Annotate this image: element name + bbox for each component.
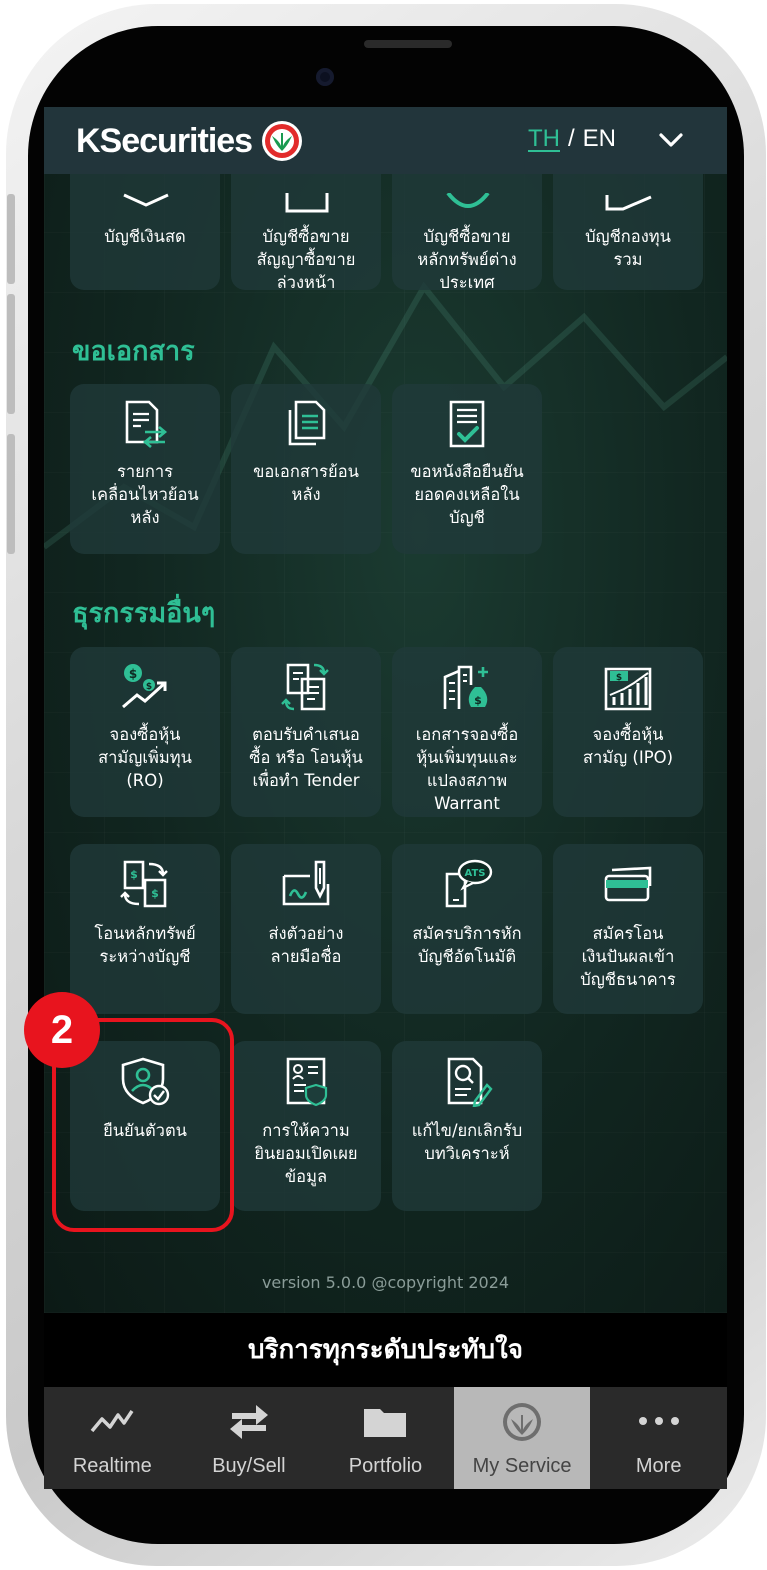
ats-phone-icon: ATS <box>445 859 493 908</box>
tab-label: My Service <box>472 1455 572 1477</box>
lang-en-link[interactable]: EN <box>583 125 616 152</box>
tile-label: การให้ความ ยินยอมเปิดเผย ข้อมูล <box>254 1121 358 1186</box>
tile-tender-offer[interactable]: ตอบรับคำเสนอ ซื้อ หรือ โอนหุ้น เพื่อทำ T… <box>231 647 381 817</box>
lang-th-link[interactable]: TH <box>528 125 560 152</box>
fund-account-icon <box>605 195 652 211</box>
statement-transfer-icon <box>125 400 168 448</box>
tile-research-subscription[interactable]: แก้ไข/ยกเลิกรับ บทวิเคราะห์ <box>392 1041 542 1211</box>
document-check-icon <box>449 400 485 448</box>
ipo-chart-icon: $ <box>604 667 652 711</box>
kbank-logo-icon <box>503 1403 542 1441</box>
volume-down-button <box>7 434 15 554</box>
version-text: version 5.0.0 @copyright 2024 <box>261 1273 510 1292</box>
svg-text:ATS: ATS <box>465 868 486 879</box>
svg-text:$: $ <box>474 694 482 707</box>
tab-portfolio[interactable]: Portfolio <box>317 1387 454 1489</box>
tile-data-disclosure-consent[interactable]: การให้ความ ยินยอมเปิดเผย ข้อมูล <box>231 1041 381 1211</box>
tile-label: บัญชีกองทุน รวม <box>585 227 671 269</box>
tile-label: เอกสารจองซื้อ หุ้นเพิ่มทุนและ แปลงสภาพ W… <box>415 725 519 813</box>
svg-text:$: $ <box>129 667 137 681</box>
tile-label: สมัครโอน เงินปันผลเข้า บัญชีธนาคาร <box>580 924 676 989</box>
tab-buy-sell[interactable]: Buy/Sell <box>181 1387 318 1489</box>
tile-warrant-documents[interactable]: $ เอกสารจองซื้อ หุ้นเพิ่มทุนและ แปลงสภาพ… <box>392 647 542 817</box>
speaker <box>364 40 452 48</box>
chevron-down-icon[interactable] <box>658 131 684 149</box>
tile-ipo[interactable]: $ จองซื้อหุ้น สามัญ (IPO) <box>553 647 703 817</box>
building-moneybag-icon: $ <box>443 665 488 709</box>
mute-switch <box>7 194 15 284</box>
tile-label: บัญชีซื้อขาย สัญญาซื้อขาย ล่วงหน้า <box>256 227 356 292</box>
derivatives-account-icon <box>285 193 329 213</box>
app-header: KSecurities TH / EN <box>44 107 727 174</box>
tile-label: จองซื้อหุ้น สามัญเพิ่มทุน (RO) <box>98 725 192 790</box>
buy-sell-arrows-icon <box>229 1405 268 1439</box>
front-camera <box>316 68 334 86</box>
tile-label: ตอบรับคำเสนอ ซื้อ หรือ โอนหุ้น เพื่อทำ T… <box>249 725 363 790</box>
brand-logo: KSecurities <box>76 121 304 161</box>
globe-icon <box>446 193 490 208</box>
step-badge: 2 <box>24 992 100 1068</box>
section-title-documents: ขอเอกสาร <box>72 336 195 367</box>
tender-transfer-icon <box>281 663 329 711</box>
folder-icon <box>364 1409 407 1437</box>
svg-text:$: $ <box>616 673 622 683</box>
more-dots-icon <box>638 1417 679 1425</box>
tab-label: Portfolio <box>348 1455 423 1477</box>
bank-card-icon <box>604 866 652 902</box>
tile-label: บัญชีเงินสด <box>104 227 186 246</box>
tab-label: More <box>635 1455 682 1477</box>
research-edit-icon <box>447 1057 493 1107</box>
volume-up-button <box>7 294 15 414</box>
svg-text:$: $ <box>146 682 152 692</box>
securities-transfer-icon: $ $ <box>120 860 168 908</box>
tile-label: ส่งตัวอย่าง ลายมือชื่อ <box>268 924 344 966</box>
tile-signature-sample[interactable]: ส่งตัวอย่าง ลายมือชื่อ <box>231 844 381 1014</box>
documents-icon <box>288 400 326 446</box>
tile-securities-transfer[interactable]: $ $ โอนหลักทรัพย์ ระหว่างบัญชี <box>70 844 220 1014</box>
tile-label: ขอหนังสือยืนยัน ยอดคงเหลือใน บัญชี <box>410 462 524 527</box>
language-switcher: TH / EN <box>528 125 616 153</box>
cash-account-icon <box>123 193 169 207</box>
brand-name: KSecurities <box>76 121 253 160</box>
tile-label: สมัครบริการหัก บัญชีอัตโนมัติ <box>412 924 522 966</box>
tab-label: Buy/Sell <box>212 1455 286 1477</box>
lang-separator: / <box>568 125 575 152</box>
tab-my-service[interactable]: My Service <box>453 1387 591 1489</box>
tile-label: รายการ เคลื่อนไหวย้อน หลัง <box>91 462 199 527</box>
tile-label: โอนหลักทรัพย์ ระหว่างบัญชี <box>94 924 196 966</box>
tile-request-past-documents[interactable]: ขอเอกสารย้อน หลัง <box>231 384 381 554</box>
tile-label: ขอเอกสารย้อน หลัง <box>253 462 359 504</box>
kbank-leaf-icon <box>262 121 303 161</box>
signature-pen-icon <box>282 860 330 906</box>
tile-label: จองซื้อหุ้น สามัญ (IPO) <box>582 725 674 767</box>
slogan-banner: บริการทุกระดับประทับใจ <box>44 1313 727 1387</box>
tile-rights-offering[interactable]: $ $ จองซื้อหุ้น สามัญเพิ่มทุน (RO) <box>70 647 220 817</box>
tile-ats-auto-debit[interactable]: ATS สมัครบริการหัก บัญชีอัตโนมัติ <box>392 844 542 1014</box>
tab-label: Realtime <box>72 1455 152 1477</box>
tile-label: แก้ไข/ยกเลิกรับ บทวิเคราะห์ <box>411 1121 523 1163</box>
bottom-tab-bar: Realtime Buy/Sell Portfolio My Service M… <box>44 1387 727 1489</box>
realtime-chart-icon <box>90 1410 134 1433</box>
stock-growth-icon: $ $ <box>122 664 167 709</box>
tab-realtime[interactable]: Realtime <box>44 1387 181 1489</box>
svg-text:$: $ <box>130 868 138 881</box>
tile-statement-history[interactable]: รายการ เคลื่อนไหวย้อน หลัง <box>70 384 220 554</box>
svg-text:$: $ <box>151 887 159 900</box>
consent-document-icon <box>286 1057 328 1107</box>
tab-more[interactable]: More <box>590 1387 727 1489</box>
tile-label: บัญชีซื้อขาย หลักทรัพย์ต่าง ประเทศ <box>417 227 517 292</box>
section-title-other-transactions: ธุรกรรมอื่นๆ <box>72 598 216 629</box>
tile-balance-confirmation[interactable]: ขอหนังสือยืนยัน ยอดคงเหลือใน บัญชี <box>392 384 542 554</box>
tile-dividend-transfer[interactable]: สมัครโอน เงินปันผลเข้า บัญชีธนาคาร <box>553 844 703 1014</box>
